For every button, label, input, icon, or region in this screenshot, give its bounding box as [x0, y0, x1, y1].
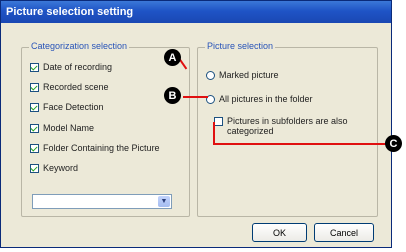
checkbox-box[interactable] [214, 117, 223, 126]
callout-b-badge: B [164, 87, 181, 104]
radio-all-pictures[interactable]: All pictures in the folder [206, 94, 313, 104]
window-title: Picture selection setting [6, 6, 134, 18]
checkbox-recorded-scene[interactable]: Recorded scene [30, 82, 109, 92]
checkbox-label: Pictures in subfolders are also categori… [227, 116, 348, 136]
callout-c-line-vertical [213, 122, 215, 144]
checkbox-box[interactable] [30, 123, 39, 133]
checkbox-box[interactable] [30, 102, 39, 112]
checkbox-keyword[interactable]: Keyword [30, 163, 78, 173]
radio-circle[interactable] [206, 70, 215, 80]
ok-button-label: OK [272, 227, 286, 238]
checkbox-label: Face Detection [43, 102, 104, 112]
subfolders-label-line1: Pictures in subfolders are also [227, 116, 348, 126]
radio-marked-picture[interactable]: Marked picture [206, 70, 279, 80]
cancel-button-label: Cancel [329, 227, 358, 238]
checkbox-model-name[interactable]: Model Name [30, 123, 94, 133]
checkbox-label: Recorded scene [43, 82, 109, 92]
callout-b-line [183, 96, 208, 98]
checkbox-box[interactable] [30, 163, 39, 173]
checkbox-box[interactable] [30, 62, 39, 72]
cancel-button[interactable]: Cancel [314, 223, 374, 242]
checkbox-label: Keyword [43, 163, 79, 173]
dialog-window: Picture selection setting Categorization… [0, 0, 392, 248]
categorization-group: Categorization selection Date of recordi… [21, 41, 190, 217]
checkbox-face-detection[interactable]: Face Detection [30, 102, 104, 112]
callout-b-letter: B [168, 89, 177, 102]
callout-c-letter: C [389, 137, 398, 150]
callout-a-letter: A [168, 51, 177, 64]
callout-a-badge: A [164, 49, 181, 66]
callout-c-badge: C [385, 135, 402, 152]
checkbox-label: Date of recording [43, 62, 113, 72]
checkbox-box[interactable] [30, 143, 39, 153]
checkbox-date-of-recording[interactable]: Date of recording [30, 62, 112, 72]
checkbox-label: Model Name [43, 123, 95, 133]
radio-label: Marked picture [219, 70, 279, 80]
checkbox-include-subfolders[interactable]: Pictures in subfolders are also categori… [214, 116, 348, 136]
categorization-legend: Categorization selection [29, 41, 130, 51]
radio-label: All pictures in the folder [219, 94, 313, 104]
subfolders-label-line2: categorized [227, 126, 274, 136]
picture-selection-group: Picture selection Marked picture All pic… [197, 41, 378, 217]
checkbox-label: Folder Containing the Picture [43, 143, 160, 153]
checkbox-box[interactable] [30, 82, 39, 92]
title-bar[interactable]: Picture selection setting [1, 1, 391, 23]
callout-c-line-horizontal [213, 143, 387, 145]
keyword-combobox[interactable]: ▼ [32, 194, 172, 209]
ok-button[interactable]: OK [252, 223, 307, 242]
picture-selection-legend: Picture selection [205, 41, 276, 51]
chevron-down-icon[interactable]: ▼ [158, 196, 170, 207]
checkbox-folder-containing-picture[interactable]: Folder Containing the Picture [30, 143, 160, 153]
